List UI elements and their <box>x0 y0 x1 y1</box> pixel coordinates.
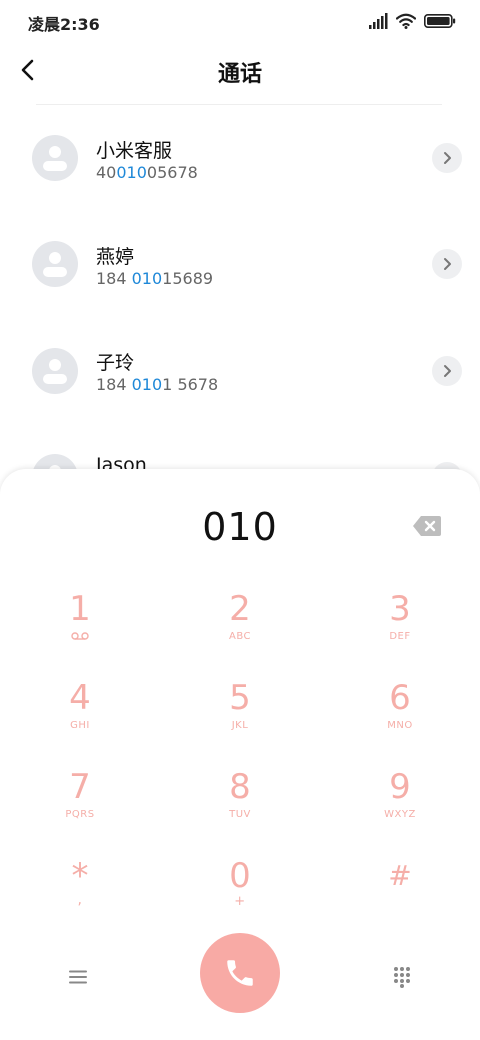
contact-name: 燕婷 <box>96 246 135 268</box>
key-2[interactable]: 2 ABC <box>160 589 320 673</box>
signal-icon <box>369 13 388 29</box>
key-3[interactable]: 3 DEF <box>320 589 480 673</box>
status-time: 凌晨2:36 <box>28 15 100 34</box>
contact-avatar-icon <box>32 348 78 394</box>
key-star[interactable]: * , <box>0 856 160 940</box>
contact-item[interactable]: 子玲 184 0101 5678 <box>0 318 480 418</box>
battery-icon <box>424 14 456 28</box>
contact-avatar-icon <box>32 241 78 287</box>
key-4[interactable]: 4 GHI <box>0 678 160 762</box>
chevron-right-icon <box>444 365 451 377</box>
contact-number: 184 0101 5678 <box>96 375 219 394</box>
contact-number: 184 01015689 <box>96 269 214 288</box>
dialed-number[interactable]: 010 <box>0 505 480 549</box>
contact-avatar-icon <box>32 135 78 181</box>
key-9[interactable]: 9 WXYZ <box>320 767 480 851</box>
keypad-toggle-button[interactable] <box>388 963 416 991</box>
contact-detail-button[interactable] <box>432 143 462 173</box>
key-6[interactable]: 6 MNO <box>320 678 480 762</box>
contact-detail-button[interactable] <box>432 249 462 279</box>
contact-number: 4001005678 <box>96 163 198 182</box>
header: 通话 <box>0 42 480 100</box>
keypad-icon <box>394 967 410 988</box>
contact-item[interactable]: 燕婷 184 01015689 <box>0 212 480 312</box>
menu-icon <box>69 970 87 984</box>
wifi-icon <box>396 13 416 29</box>
status-bar: 凌晨2:36 <box>0 0 480 42</box>
key-7[interactable]: 7 PQRS <box>0 767 160 851</box>
contact-item[interactable]: Jason <box>0 424 480 472</box>
header-divider <box>36 104 442 105</box>
voicemail-icon <box>71 632 89 640</box>
contact-list[interactable]: 小米客服 4001005678 燕婷 184 01015689 子玲 184 0… <box>0 106 480 472</box>
phone-icon <box>227 960 253 986</box>
chevron-right-icon <box>444 258 451 270</box>
menu-button[interactable] <box>64 963 92 991</box>
contact-detail-button[interactable] <box>432 356 462 386</box>
key-5[interactable]: 5 JKL <box>160 678 320 762</box>
status-icons <box>368 11 456 31</box>
matched-digits: 010 <box>116 163 147 182</box>
contact-name: 小米客服 <box>96 140 173 162</box>
chevron-right-icon <box>444 152 451 164</box>
key-1[interactable]: 1 <box>0 589 160 673</box>
backspace-icon[interactable] <box>412 515 442 537</box>
call-button[interactable] <box>200 933 280 1013</box>
dialer-bottom-bar <box>0 933 480 1023</box>
contact-item[interactable]: 小米客服 4001005678 <box>0 106 480 206</box>
page-title: 通话 <box>217 62 262 87</box>
key-0[interactable]: 0 + <box>160 856 320 940</box>
dialer-panel: 010 1 2 ABC 3 DEF 4 GHI 5 JKL 6 MNO 7 PQ… <box>0 469 480 1040</box>
key-8[interactable]: 8 TUV <box>160 767 320 851</box>
contact-name: 子玲 <box>96 352 135 374</box>
matched-digits: 010 <box>131 375 163 394</box>
matched-digits: 010 <box>131 269 163 288</box>
key-hash[interactable]: # <box>320 856 480 940</box>
